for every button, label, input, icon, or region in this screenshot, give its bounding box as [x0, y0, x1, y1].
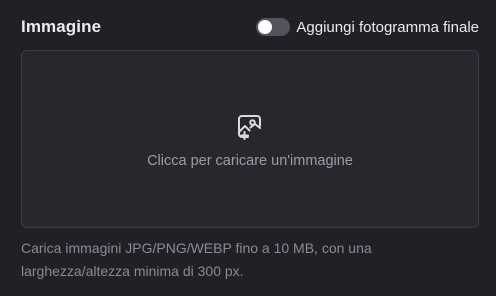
end-frame-toggle-group[interactable]: Aggiungi fotogramma finale — [256, 18, 479, 36]
toggle-knob — [258, 20, 273, 34]
image-upload-panel: Immagine Aggiungi fotogramma finale Clic… — [0, 0, 496, 296]
dropzone-prompt: Clicca per caricare un'immagine — [147, 153, 353, 169]
panel-header: Immagine Aggiungi fotogramma finale — [21, 14, 479, 40]
image-dropzone[interactable]: Clicca per caricare un'immagine — [21, 50, 479, 228]
image-upload-icon — [238, 115, 261, 140]
end-frame-toggle-label[interactable]: Aggiungi fotogramma finale — [296, 19, 479, 36]
upload-hint-text: Carica immagini JPG/PNG/WEBP fino a 10 M… — [21, 240, 372, 279]
section-title: Immagine — [21, 17, 102, 36]
end-frame-toggle[interactable] — [256, 18, 291, 36]
